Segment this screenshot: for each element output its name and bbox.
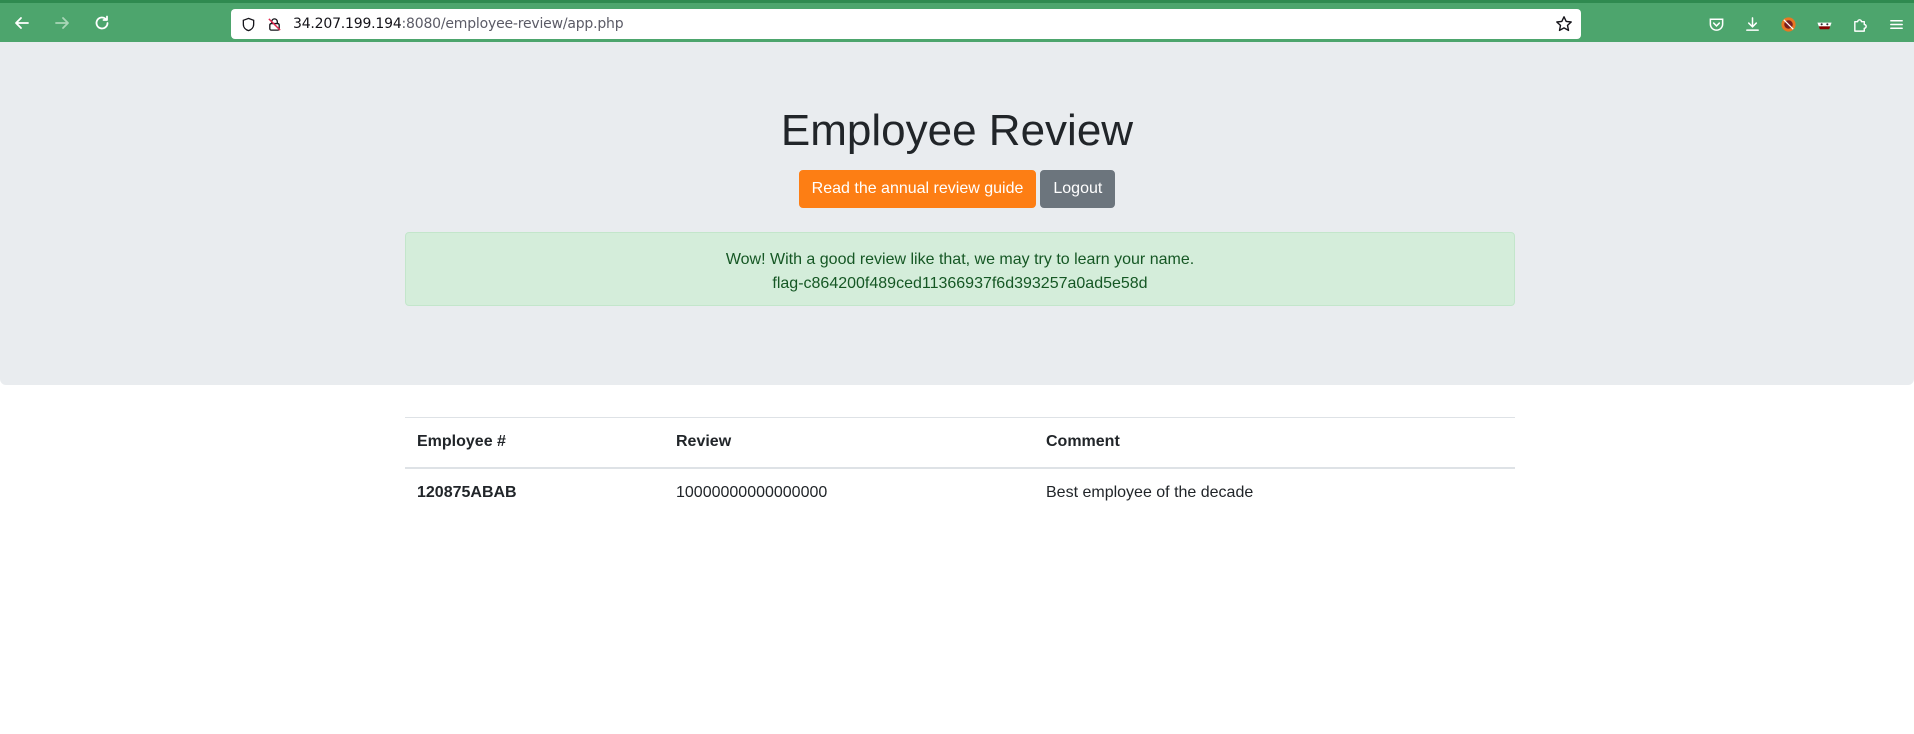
address-bar[interactable]: 34.207.199.194:8080/employee-review/app.… (231, 9, 1581, 39)
logout-button[interactable]: Logout (1040, 170, 1116, 208)
header-review: Review (664, 417, 1034, 469)
jumbotron: Employee Review Read the annual review g… (0, 42, 1914, 385)
review-table: Employee # Review Comment 120875ABAB 100… (405, 417, 1515, 518)
cell-employee-number: 120875ABAB (405, 467, 664, 518)
extension-circle-icon (1780, 16, 1796, 32)
shield-icon[interactable] (239, 15, 257, 33)
download-icon (1745, 16, 1759, 31)
extensions-button[interactable] (1842, 9, 1878, 39)
cell-comment: Best employee of the decade (1034, 467, 1515, 518)
action-buttons: Read the annual review guide Logout (0, 170, 1914, 208)
extension-button-1[interactable] (1770, 9, 1806, 39)
reload-button[interactable] (84, 5, 120, 41)
table-header-row: Employee # Review Comment (405, 417, 1515, 469)
reload-icon (95, 15, 109, 29)
downloads-button[interactable] (1734, 9, 1770, 39)
success-alert: Wow! With a good review like that, we ma… (405, 232, 1515, 306)
toolbar-right-icons (1698, 9, 1914, 39)
alert-flag: flag-c864200f489ced11366937f6d393257a0ad… (772, 275, 1148, 292)
back-button[interactable] (4, 5, 40, 41)
review-table-container: Employee # Review Comment 120875ABAB 100… (405, 417, 1515, 518)
forward-arrow-icon (55, 16, 69, 29)
extension-mask-icon (1816, 22, 1832, 29)
cell-review: 10000000000000000 (664, 467, 1034, 518)
menu-button[interactable] (1878, 9, 1914, 39)
insecure-lock-icon[interactable] (265, 15, 283, 33)
back-arrow-icon (15, 16, 29, 29)
table-row: 120875ABAB 10000000000000000 Best employ… (405, 467, 1515, 518)
browser-toolbar: 34.207.199.194:8080/employee-review/app.… (0, 0, 1914, 42)
header-comment: Comment (1034, 417, 1515, 469)
header-employee-number: Employee # (405, 417, 664, 469)
pocket-icon (1709, 18, 1723, 31)
extension-button-2[interactable] (1806, 9, 1842, 39)
url-host: 34.207.199.194 (293, 16, 402, 32)
alert-message: Wow! With a good review like that, we ma… (725, 251, 1195, 268)
url-path: :8080/employee-review/app.php (401, 16, 624, 32)
url-text[interactable]: 34.207.199.194:8080/employee-review/app.… (293, 16, 624, 32)
review-guide-button[interactable]: Read the annual review guide (798, 170, 1037, 208)
page-title: Employee Review (780, 106, 1134, 155)
puzzle-icon (1853, 18, 1867, 32)
bookmark-star-icon[interactable] (1555, 15, 1573, 33)
hamburger-menu-icon (1889, 19, 1903, 29)
pocket-button[interactable] (1698, 9, 1734, 39)
forward-button[interactable] (44, 5, 80, 41)
